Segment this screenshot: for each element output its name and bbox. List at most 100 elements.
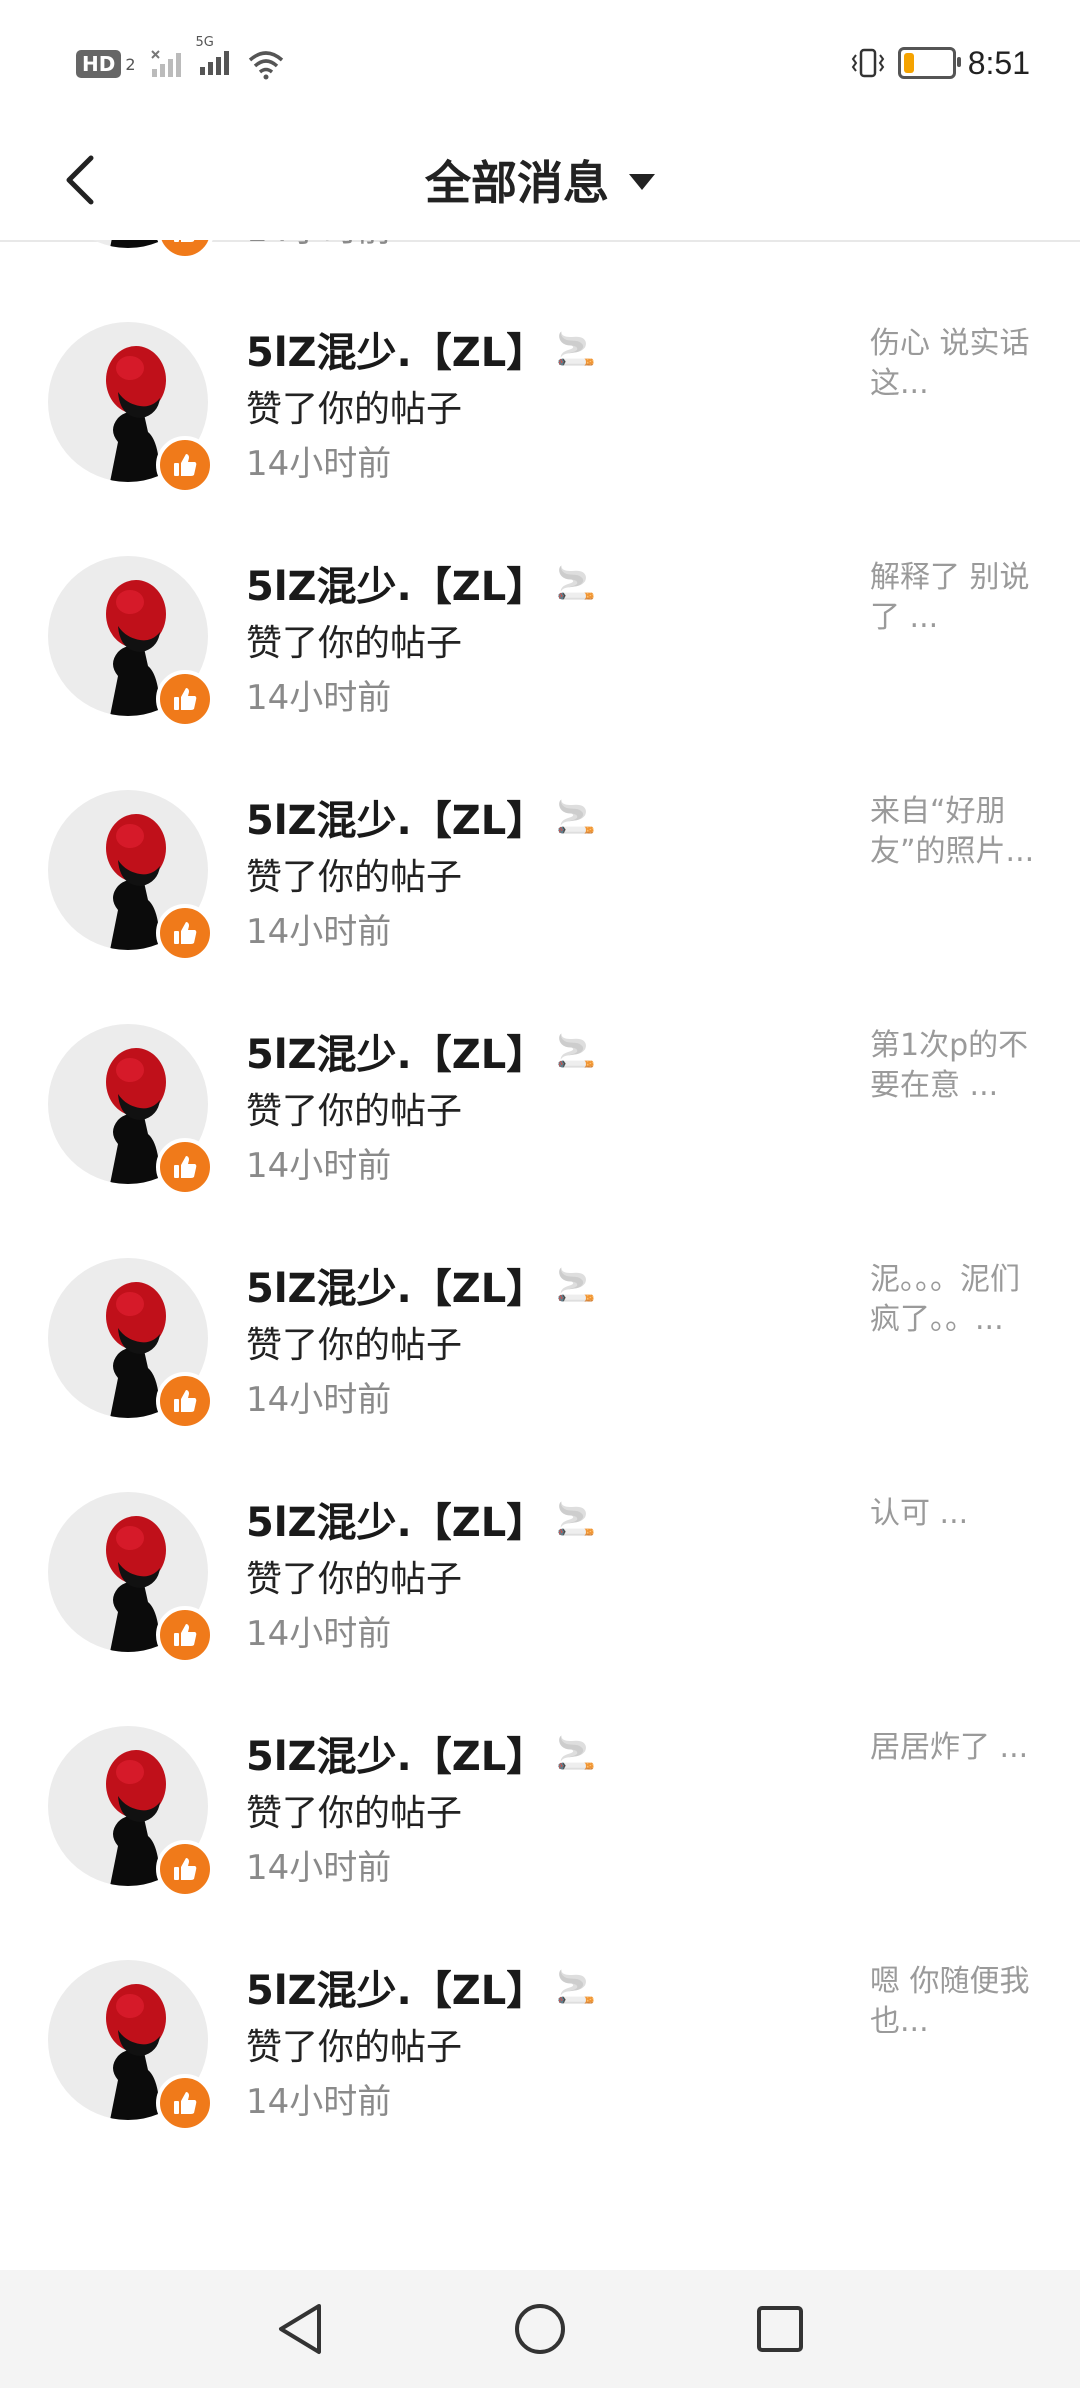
notification-item[interactable]: 5lZ混少.【ZL】 🚬 赞了你的帖子 14小时前 泥。。。泥们疯了。。... bbox=[0, 1198, 1080, 1432]
notification-action: 赞了你的帖子 bbox=[246, 1091, 463, 1132]
notification-time: 14小时前 bbox=[246, 1614, 392, 1654]
post-preview[interactable]: 嗯 你随便我也... bbox=[870, 1962, 1040, 2042]
thumbs-up-icon bbox=[174, 1390, 197, 1412]
post-preview[interactable]: 来自“好朋友”的照片... bbox=[870, 792, 1040, 872]
post-preview[interactable]: 认可 ... bbox=[870, 1494, 1040, 1534]
notification-time: 14小时前 bbox=[246, 1848, 392, 1888]
like-badge bbox=[156, 904, 214, 962]
like-badge bbox=[156, 1138, 214, 1196]
cigarette-emoji: 🚬 bbox=[556, 798, 597, 836]
notification-username[interactable]: 5lZ混少.【ZL】 🚬 bbox=[246, 1490, 596, 1548]
cigarette-emoji: 🚬 bbox=[556, 564, 597, 602]
title-dropdown[interactable]: 全部消息 bbox=[0, 146, 1080, 214]
username-text: 5lZ混少.【ZL】 bbox=[246, 1734, 547, 1780]
circle-home-icon bbox=[515, 2304, 565, 2354]
post-preview[interactable]: 第1次p的不要在意 ... bbox=[870, 1026, 1040, 1106]
notification-item[interactable]: 5lZ混少.【ZL】 🚬 赞了你的帖子 14小时前 认可 ... bbox=[0, 1432, 1080, 1666]
caret-down-icon bbox=[629, 174, 655, 190]
battery-level bbox=[903, 53, 914, 73]
username-text: 5lZ混少.【ZL】 bbox=[246, 564, 547, 610]
notification-time: 14小时前 bbox=[246, 2082, 392, 2122]
thumbs-up-icon bbox=[174, 240, 195, 242]
username-text: 5lZ混少.【ZL】 bbox=[246, 330, 547, 376]
signal-5g-icon bbox=[199, 51, 229, 75]
triangle-back-icon bbox=[279, 2304, 321, 2354]
thumbs-up-icon bbox=[174, 2092, 197, 2114]
notification-item[interactable]: 5lZ混少.【ZL】 🚬 赞了你的帖子 14小时前 解释了 别说了 ... bbox=[0, 496, 1080, 730]
notification-item[interactable]: 5lZ混少.【ZL】 🚬 赞了你的帖子 14小时前 第1次p的不要在意 ... bbox=[0, 964, 1080, 1198]
notification-time: 14小时前 bbox=[246, 1380, 392, 1420]
status-bar: HD 2 5G 8:51 bbox=[0, 0, 1080, 120]
cigarette-emoji: 🚬 bbox=[556, 1266, 597, 1304]
username-text: 5lZ混少.【ZL】 bbox=[246, 1266, 547, 1312]
like-badge bbox=[156, 1372, 214, 1430]
thumbs-up-icon bbox=[174, 1156, 197, 1178]
notification-item[interactable]: 5lZ混少.【ZL】 🚬 赞了你的帖子 14小时前 嗯 你随便我也... bbox=[0, 1900, 1080, 2134]
notification-action: 赞了你的帖子 bbox=[246, 389, 463, 430]
notification-action: 赞了你的帖子 bbox=[246, 1325, 463, 1366]
like-badge bbox=[156, 240, 214, 260]
nav-back-button[interactable] bbox=[265, 2294, 335, 2364]
status-left: HD 2 5G bbox=[76, 35, 286, 84]
username-text: 5lZ混少.【ZL】 bbox=[246, 1968, 547, 2014]
system-nav-bar bbox=[0, 2270, 1080, 2388]
header-bar: 全部消息 bbox=[0, 120, 1080, 242]
notification-item[interactable]: 5lZ混少.【ZL】 🚬 赞了你的帖子 14小时前 居居炸了 ... bbox=[0, 1666, 1080, 1900]
like-badge bbox=[156, 1606, 214, 1664]
vibrate-icon bbox=[851, 48, 884, 78]
notification-item[interactable]: 5lZ混少.【ZL】 🚬 赞了你的帖子 14小时前 伤心 说实话 这... bbox=[0, 262, 1080, 496]
notification-time: 14小时前 bbox=[246, 240, 391, 251]
signal-5g-group: 5G bbox=[196, 35, 232, 81]
notification-action: 赞了你的帖子 bbox=[246, 1793, 463, 1834]
notification-item[interactable]: 5lZ混少.【ZL】 🚬 赞了你的帖子 14小时前 男男男 号风来是吧... bbox=[0, 240, 1080, 262]
notification-time: 14小时前 bbox=[246, 1146, 392, 1186]
like-badge bbox=[156, 2074, 214, 2132]
wifi-icon bbox=[248, 51, 283, 80]
thumbs-up-icon bbox=[174, 922, 197, 944]
post-preview[interactable]: 解释了 别说了 ... bbox=[870, 558, 1040, 638]
network-label: 5G bbox=[195, 35, 214, 50]
notification-item[interactable]: 5lZ混少.【ZL】 🚬 赞了你的帖子 14小时前 来自“好朋友”的照片... bbox=[0, 730, 1080, 964]
post-preview[interactable]: 居居炸了 ... bbox=[870, 1728, 1040, 1768]
notification-action: 赞了你的帖子 bbox=[246, 623, 463, 664]
thumbs-up-icon bbox=[174, 1624, 197, 1646]
thumbs-up-icon bbox=[174, 454, 197, 476]
notification-username[interactable]: 5lZ混少.【ZL】 🚬 bbox=[246, 788, 596, 846]
page-title: 全部消息 bbox=[425, 156, 609, 210]
notification-action: 赞了你的帖子 bbox=[246, 1559, 463, 1600]
signal-empty-icon bbox=[150, 50, 181, 77]
cigarette-emoji: 🚬 bbox=[556, 1500, 597, 1538]
status-right: 8:51 bbox=[850, 40, 1030, 86]
post-preview[interactable]: 泥。。。泥们疯了。。... bbox=[870, 1260, 1040, 1340]
cigarette-emoji: 🚬 bbox=[556, 330, 597, 368]
notification-username[interactable]: 5lZ混少.【ZL】 🚬 bbox=[246, 1724, 596, 1782]
like-badge bbox=[156, 670, 214, 728]
hd-icon: HD bbox=[76, 50, 122, 78]
notification-username[interactable]: 5lZ混少.【ZL】 🚬 bbox=[246, 554, 596, 612]
notification-username[interactable]: 5lZ混少.【ZL】 🚬 bbox=[246, 1256, 596, 1314]
like-badge bbox=[156, 436, 214, 494]
username-text: 5lZ混少.【ZL】 bbox=[246, 1032, 547, 1078]
notification-action: 赞了你的帖子 bbox=[246, 2027, 463, 2068]
cigarette-emoji: 🚬 bbox=[556, 1032, 597, 1070]
username-text: 5lZ混少.【ZL】 bbox=[246, 1500, 547, 1546]
hd-sim-label: 2 bbox=[125, 54, 136, 74]
clock: 8:51 bbox=[967, 44, 1030, 81]
nav-recents-button[interactable] bbox=[745, 2294, 815, 2364]
notification-list-content: 5lZ混少.【ZL】 🚬 赞了你的帖子 14小时前 男男男 号风来是吧... 5… bbox=[0, 240, 1080, 2134]
notification-username[interactable]: 5lZ混少.【ZL】 🚬 bbox=[246, 320, 596, 378]
notification-username[interactable]: 5lZ混少.【ZL】 🚬 bbox=[246, 1958, 596, 2016]
thumbs-up-icon bbox=[174, 688, 197, 710]
notification-list[interactable]: 5lZ混少.【ZL】 🚬 赞了你的帖子 14小时前 男男男 号风来是吧... 5… bbox=[0, 240, 1080, 2270]
nav-home-button[interactable] bbox=[505, 2294, 575, 2364]
notification-time: 14小时前 bbox=[246, 444, 392, 484]
notification-time: 14小时前 bbox=[246, 912, 392, 952]
cigarette-emoji: 🚬 bbox=[556, 1734, 597, 1772]
post-preview[interactable]: 伤心 说实话 这... bbox=[870, 324, 1040, 404]
notification-username[interactable]: 5lZ混少.【ZL】 🚬 bbox=[246, 1022, 596, 1080]
thumbs-up-icon bbox=[174, 1858, 197, 1880]
like-badge bbox=[156, 1840, 214, 1898]
notification-action: 赞了你的帖子 bbox=[246, 857, 463, 898]
square-recents-icon bbox=[757, 2306, 803, 2352]
cigarette-emoji: 🚬 bbox=[556, 1968, 597, 2006]
